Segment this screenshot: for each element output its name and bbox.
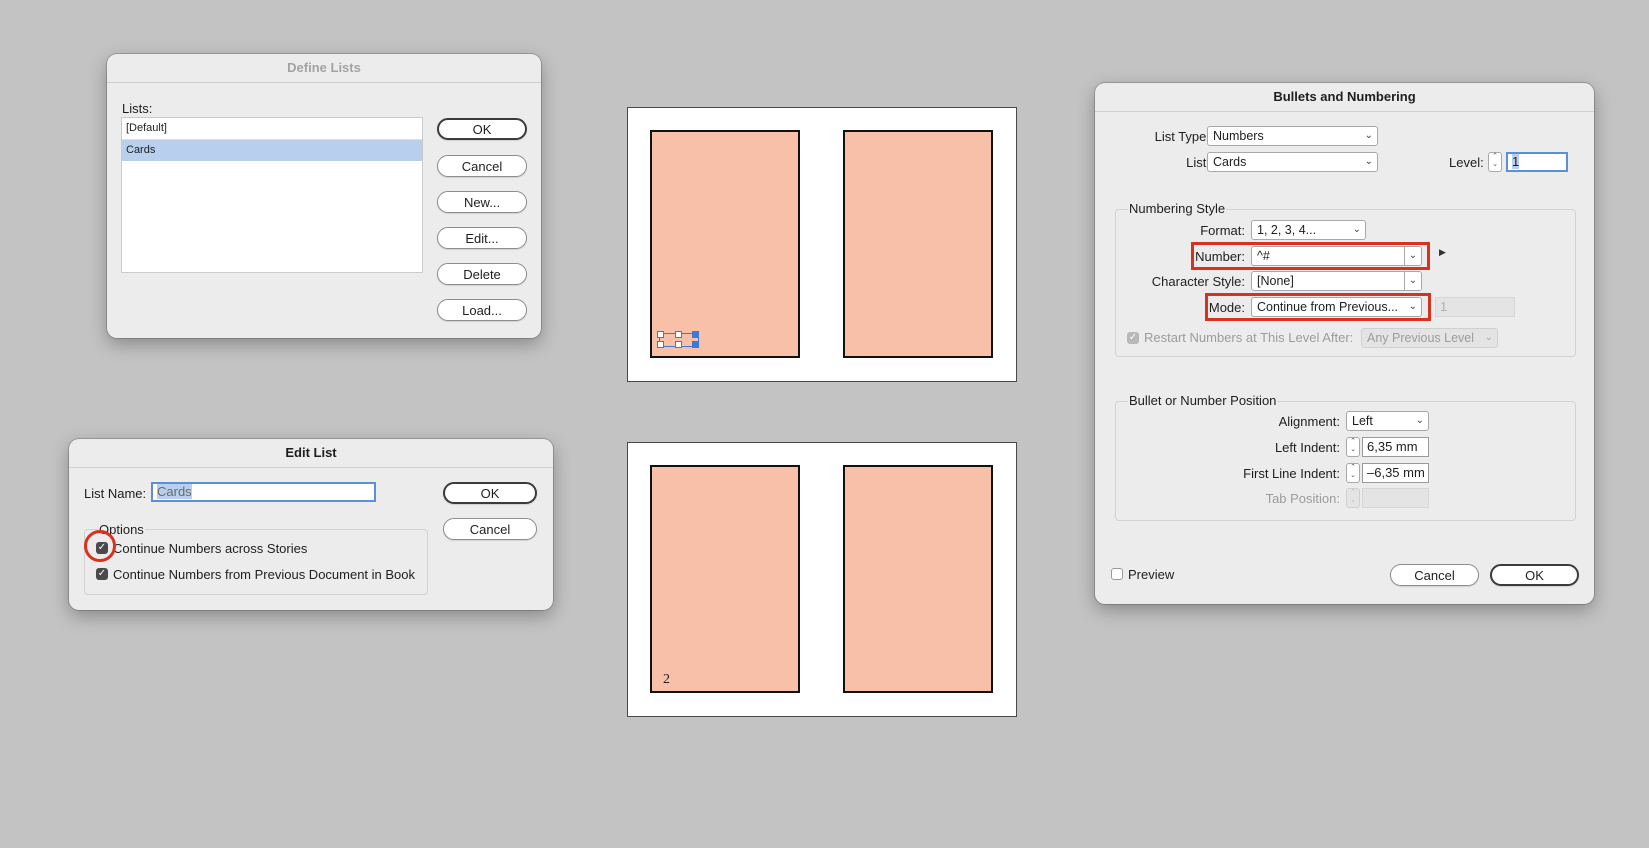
restart-numbers-label: Restart Numbers at This Level After: <box>1144 330 1354 345</box>
first-line-indent-input[interactable]: –6,35 mm <box>1362 463 1429 483</box>
edit-ok-button[interactable]: OK <box>443 482 537 504</box>
char-style-label: Character Style: <box>1151 274 1245 289</box>
load-button[interactable]: Load... <box>437 299 527 321</box>
edit-button[interactable]: Edit... <box>437 227 527 249</box>
restart-level-select: Any Previous Level ⌄ <box>1361 328 1498 348</box>
options-group <box>84 529 428 595</box>
lists-listbox[interactable]: [Default] Cards <box>121 117 423 273</box>
level-input[interactable]: 1 <box>1506 152 1568 172</box>
left-indent-stepper[interactable]: ⌃ ⌄ <box>1346 437 1360 457</box>
first-line-indent-stepper[interactable]: ⌃ ⌄ <box>1346 463 1360 483</box>
list-type-value: Numbers <box>1213 129 1264 143</box>
char-style-select[interactable]: [None] ⌄ <box>1251 271 1422 291</box>
left-indent-input[interactable]: 6,35 mm <box>1362 437 1429 457</box>
bullets-title: Bullets and Numbering <box>1095 83 1594 112</box>
restart-level-value: Any Previous Level <box>1367 331 1475 345</box>
new-button[interactable]: New... <box>437 191 527 213</box>
card-number: 2 <box>663 672 670 687</box>
highlight-circle <box>84 530 116 562</box>
list-label: List: <box>1186 155 1210 170</box>
tab-position-label: Tab Position: <box>1265 491 1340 506</box>
tab-position-stepper: ⌃ ⌄ <box>1346 488 1360 508</box>
chevron-down-icon: ⌄ <box>1352 224 1361 235</box>
list-name-input[interactable]: Cards <box>151 482 376 502</box>
format-value: 1, 2, 3, 4... <box>1257 223 1317 237</box>
level-stepper[interactable]: ⌃ ⌄ <box>1488 152 1502 172</box>
format-label: Format: <box>1200 223 1245 238</box>
list-name-label: List Name: <box>84 486 147 501</box>
continue-across-stories-label: Continue Numbers across Stories <box>113 541 308 556</box>
list-type-select[interactable]: Numbers ⌄ <box>1207 126 1378 146</box>
define-lists-title: Define Lists <box>107 54 541 83</box>
format-select[interactable]: 1, 2, 3, 4... ⌄ <box>1251 220 1366 240</box>
chevron-down-icon: ⌄ <box>1415 415 1424 426</box>
edit-cancel-button[interactable]: Cancel <box>443 518 537 540</box>
bullets-cancel-button[interactable]: Cancel <box>1390 564 1479 586</box>
restart-numbers-checkbox: ✓ <box>1127 332 1139 344</box>
lists-label: Lists: <box>122 101 153 116</box>
preview-checkbox[interactable] <box>1111 568 1123 580</box>
left-indent-value: 6,35 mm <box>1367 439 1418 454</box>
numbering-style-title: Numbering Style <box>1128 201 1227 216</box>
bullets-numbering-dialog: Bullets and Numbering List Type: Numbers… <box>1095 83 1594 604</box>
card-frame[interactable] <box>843 465 993 693</box>
list-name-value: Cards <box>157 484 192 499</box>
continue-from-previous-document-label: Continue Numbers from Previous Document … <box>113 567 416 582</box>
list-item-cards[interactable]: Cards <box>122 140 422 161</box>
edit-list-dialog: Edit List List Name: Cards Options ✓ Con… <box>69 439 553 610</box>
alignment-value: Left <box>1352 414 1373 428</box>
page-spread-top <box>627 107 1017 382</box>
define-ok-button[interactable]: OK <box>437 118 527 140</box>
card-frame[interactable] <box>843 130 993 358</box>
mode-highlight-box <box>1205 293 1431 321</box>
mode-start-value: 1 <box>1440 299 1448 314</box>
left-indent-label: Left Indent: <box>1274 440 1340 455</box>
list-value: Cards <box>1213 155 1247 169</box>
edit-list-title: Edit List <box>69 439 553 468</box>
char-style-value: [None] <box>1257 274 1294 288</box>
bullets-ok-button[interactable]: OK <box>1490 564 1579 586</box>
chevron-down-icon: ⌄ <box>1364 156 1373 167</box>
number-highlight-box <box>1191 242 1430 270</box>
position-title: Bullet or Number Position <box>1128 393 1278 408</box>
chevron-down-icon: ⌄ <box>1484 332 1493 343</box>
alignment-select[interactable]: Left ⌄ <box>1346 411 1429 431</box>
mode-start-input: 1 <box>1435 297 1515 317</box>
continue-from-previous-document-checkbox[interactable]: ✓ <box>96 568 108 580</box>
define-cancel-button[interactable]: Cancel <box>437 155 527 177</box>
first-line-indent-label: First Line Indent: <box>1243 466 1340 481</box>
card-frame[interactable] <box>650 130 800 358</box>
card-frame[interactable]: 2 <box>650 465 800 693</box>
first-line-indent-value: –6,35 mm <box>1367 465 1425 480</box>
chevron-down-icon: ⌄ <box>1364 130 1373 141</box>
delete-button[interactable]: Delete <box>437 263 527 285</box>
list-select[interactable]: Cards ⌄ <box>1207 152 1378 172</box>
chevron-down-icon: ⌄ <box>1404 272 1421 290</box>
page-spread-bottom: 2 <box>627 442 1017 717</box>
insert-special-character-arrow-icon[interactable]: ▶ <box>1439 247 1446 258</box>
selected-text-frame[interactable] <box>657 331 699 348</box>
preview-label: Preview <box>1128 567 1175 582</box>
list-item-default[interactable]: [Default] <box>122 118 422 140</box>
list-type-label: List Type: <box>1154 129 1210 144</box>
tab-position-input <box>1362 488 1429 508</box>
alignment-label: Alignment: <box>1278 414 1340 429</box>
define-lists-dialog: Define Lists Lists: [Default] Cards OK C… <box>107 54 541 338</box>
level-label: Level: <box>1449 155 1484 170</box>
level-value: 1 <box>1512 154 1520 169</box>
